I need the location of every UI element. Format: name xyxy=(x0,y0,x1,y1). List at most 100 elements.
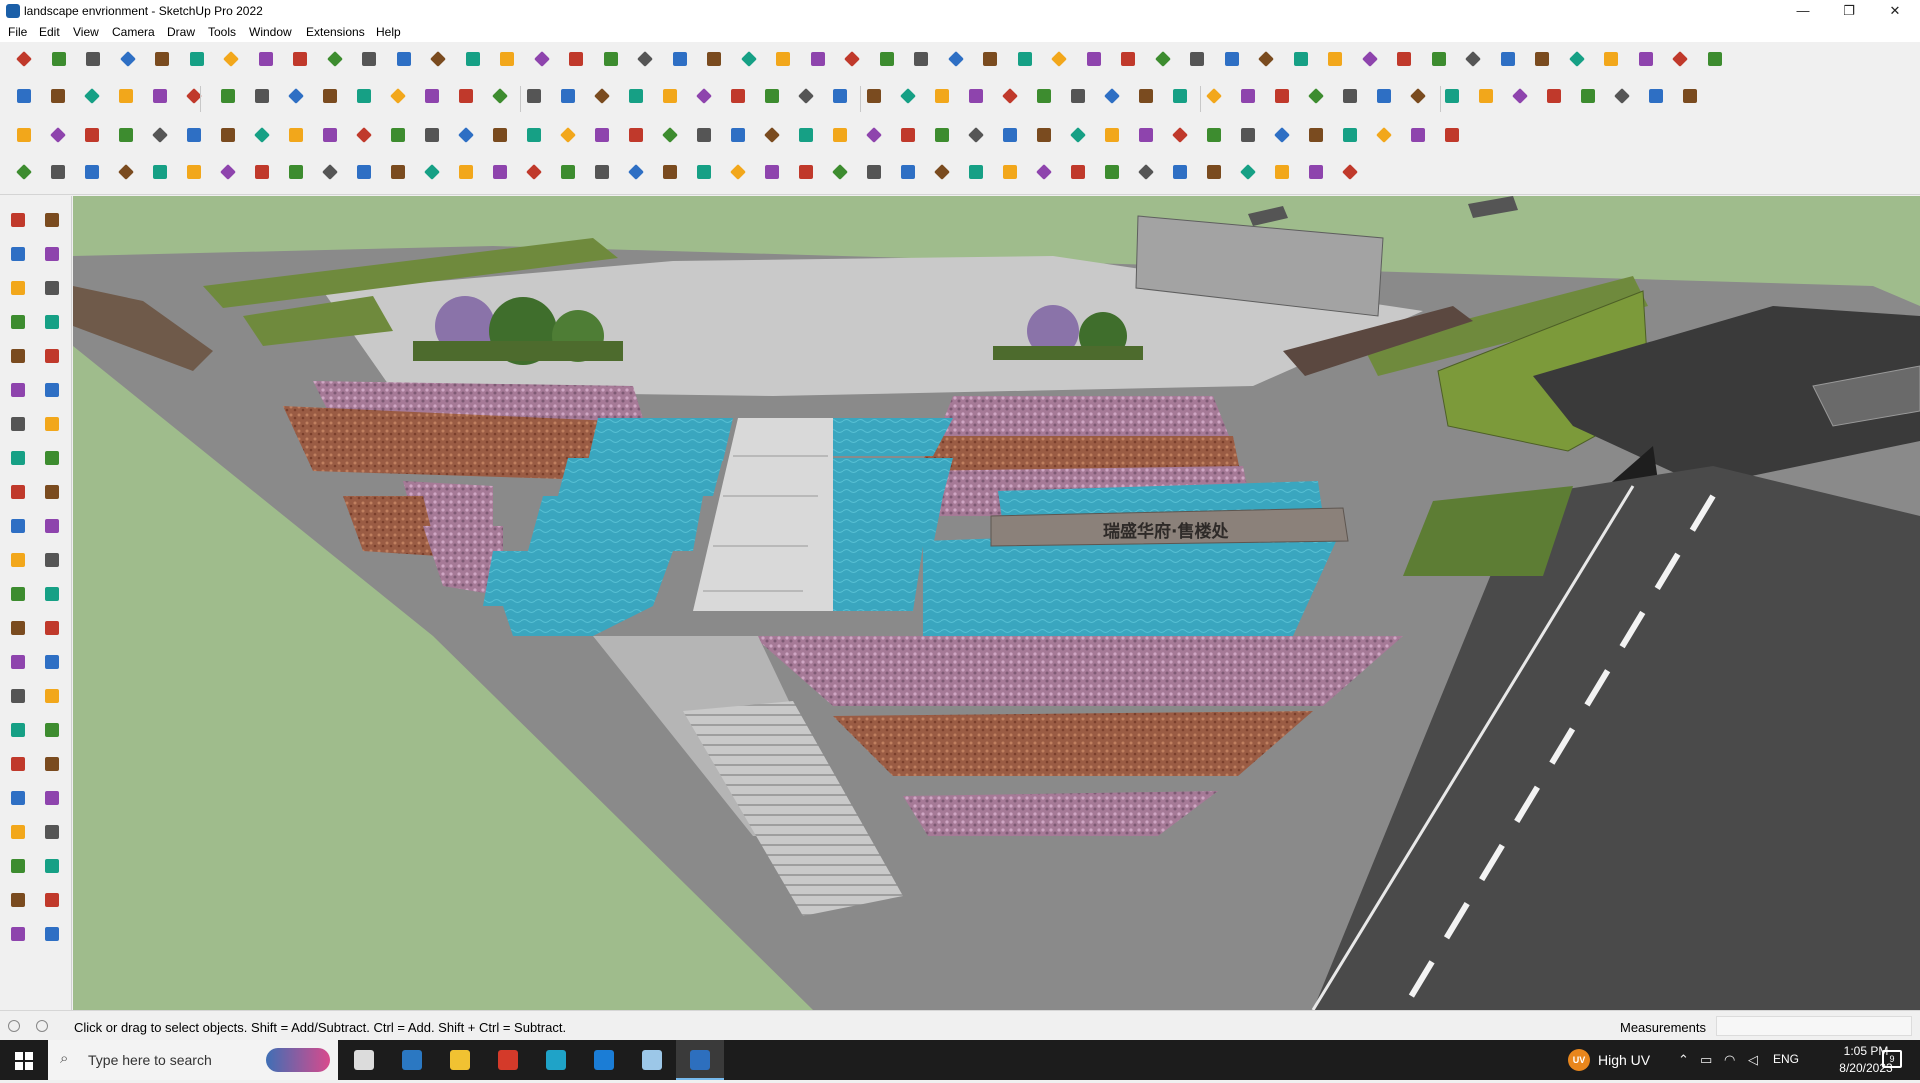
toolbar-tool-icon[interactable] xyxy=(318,84,342,108)
taskbar-search[interactable]: ⌕ Type here to search xyxy=(48,1040,338,1080)
toolbar-tool-icon[interactable] xyxy=(1032,160,1056,184)
toolbar-tool-icon[interactable] xyxy=(250,160,274,184)
toolbar-tool-icon[interactable] xyxy=(564,47,588,71)
toolbar-tool-icon[interactable] xyxy=(1082,47,1106,71)
toolbar-tool-icon[interactable] xyxy=(114,160,138,184)
palette-tool-icon[interactable] xyxy=(6,854,30,878)
toolbar-tool-icon[interactable] xyxy=(668,47,692,71)
palette-tool-icon[interactable] xyxy=(40,514,64,538)
toolbar-tool-icon[interactable] xyxy=(1392,47,1416,71)
toolbar-tool-icon[interactable] xyxy=(1254,47,1278,71)
toolbar-tool-icon[interactable] xyxy=(624,160,648,184)
palette-tool-icon[interactable] xyxy=(40,344,64,368)
info-icon[interactable] xyxy=(36,1020,48,1032)
toolbar-tool-icon[interactable] xyxy=(1338,123,1362,147)
toolbar-tool-icon[interactable] xyxy=(148,160,172,184)
palette-tool-icon[interactable] xyxy=(6,650,30,674)
acrobat-icon[interactable] xyxy=(484,1040,532,1080)
toolbar-tool-icon[interactable] xyxy=(1013,47,1037,71)
display-icon[interactable]: ▭ xyxy=(1700,1052,1712,1068)
toolbar-tool-icon[interactable] xyxy=(1461,47,1485,71)
toolbar-tool-icon[interactable] xyxy=(1542,84,1566,108)
palette-tool-icon[interactable] xyxy=(6,786,30,810)
toolbar-tool-icon[interactable] xyxy=(284,84,308,108)
toolbar-tool-icon[interactable] xyxy=(794,84,818,108)
toolbar-tool-icon[interactable] xyxy=(599,47,623,71)
toolbar-tool-icon[interactable] xyxy=(80,84,104,108)
toolbar-tool-icon[interactable] xyxy=(862,123,886,147)
toolbar-tool-icon[interactable] xyxy=(216,160,240,184)
toolbar-tool-icon[interactable] xyxy=(148,84,172,108)
toolbar-tool-icon[interactable] xyxy=(357,47,381,71)
toolbar-tool-icon[interactable] xyxy=(148,123,172,147)
toolbar-tool-icon[interactable] xyxy=(426,47,450,71)
toolbar-tool-icon[interactable] xyxy=(1270,160,1294,184)
toolbar-tool-icon[interactable] xyxy=(930,160,954,184)
toolbar-tool-icon[interactable] xyxy=(1508,84,1532,108)
toolbar-tool-icon[interactable] xyxy=(522,123,546,147)
geo-location-icon[interactable] xyxy=(8,1020,20,1032)
toolbar-tool-icon[interactable] xyxy=(930,123,954,147)
volume-icon[interactable]: ◁ xyxy=(1748,1052,1758,1068)
toolbar-tool-icon[interactable] xyxy=(760,84,784,108)
menu-edit[interactable]: Edit xyxy=(39,25,60,39)
toolbar-tool-icon[interactable] xyxy=(1474,84,1498,108)
toolbar-tool-icon[interactable] xyxy=(840,47,864,71)
toolbar-tool-icon[interactable] xyxy=(1530,47,1554,71)
toolbar-tool-icon[interactable] xyxy=(862,84,886,108)
toolbar-tool-icon[interactable] xyxy=(461,47,485,71)
palette-tool-icon[interactable] xyxy=(6,922,30,946)
toolbar-tool-icon[interactable] xyxy=(1236,160,1260,184)
toolbar-tool-icon[interactable] xyxy=(794,123,818,147)
toolbar-tool-icon[interactable] xyxy=(318,123,342,147)
palette-tool-icon[interactable] xyxy=(40,480,64,504)
toolbar-tool-icon[interactable] xyxy=(896,160,920,184)
toolbar-tool-icon[interactable] xyxy=(760,160,784,184)
toolbar-tool-icon[interactable] xyxy=(522,84,546,108)
toolbar-tool-icon[interactable] xyxy=(12,84,36,108)
start-button[interactable] xyxy=(0,1040,48,1080)
toolbar-tool-icon[interactable] xyxy=(250,123,274,147)
menu-draw[interactable]: Draw xyxy=(167,25,195,39)
toolbar-tool-icon[interactable] xyxy=(794,160,818,184)
chevron-up-icon[interactable]: ⌃ xyxy=(1678,1052,1689,1068)
palette-tool-icon[interactable] xyxy=(40,548,64,572)
toolbar-tool-icon[interactable] xyxy=(1168,123,1192,147)
palette-tool-icon[interactable] xyxy=(40,378,64,402)
menu-help[interactable]: Help xyxy=(376,25,401,39)
toolbar-tool-icon[interactable] xyxy=(1634,47,1658,71)
toolbar-tool-icon[interactable] xyxy=(692,84,716,108)
toolbar-tool-icon[interactable] xyxy=(760,123,784,147)
toolbar-tool-icon[interactable] xyxy=(978,47,1002,71)
toolbar-tool-icon[interactable] xyxy=(875,47,899,71)
toolbar-tool-icon[interactable] xyxy=(1220,47,1244,71)
palette-tool-icon[interactable] xyxy=(6,344,30,368)
toolbar-tool-icon[interactable] xyxy=(1338,160,1362,184)
toolbar-tool-icon[interactable] xyxy=(556,123,580,147)
menu-extensions[interactable]: Extensions xyxy=(306,25,365,39)
edge-icon[interactable] xyxy=(580,1040,628,1080)
toolbar-tool-icon[interactable] xyxy=(1047,47,1071,71)
toolbar-tool-icon[interactable] xyxy=(420,84,444,108)
app-icon[interactable] xyxy=(532,1040,580,1080)
palette-tool-icon[interactable] xyxy=(6,888,30,912)
palette-tool-icon[interactable] xyxy=(40,922,64,946)
toolbar-tool-icon[interactable] xyxy=(1066,84,1090,108)
menu-tools[interactable]: Tools xyxy=(208,25,236,39)
palette-tool-icon[interactable] xyxy=(40,752,64,776)
palette-tool-icon[interactable] xyxy=(6,378,30,402)
palette-tool-icon[interactable] xyxy=(40,820,64,844)
file-explorer-icon[interactable] xyxy=(436,1040,484,1080)
toolbar-tool-icon[interactable] xyxy=(726,160,750,184)
palette-tool-icon[interactable] xyxy=(6,276,30,300)
language-indicator[interactable]: ENG xyxy=(1773,1052,1799,1066)
toolbar-tool-icon[interactable] xyxy=(998,123,1022,147)
toolbar-tool-icon[interactable] xyxy=(1032,123,1056,147)
toolbar-tool-icon[interactable] xyxy=(1202,160,1226,184)
toolbar-tool-icon[interactable] xyxy=(998,160,1022,184)
measurements-input[interactable] xyxy=(1716,1016,1912,1036)
palette-tool-icon[interactable] xyxy=(40,684,64,708)
palette-tool-icon[interactable] xyxy=(6,242,30,266)
palette-tool-icon[interactable] xyxy=(40,446,64,470)
weather-text[interactable]: High UV xyxy=(1598,1052,1650,1068)
